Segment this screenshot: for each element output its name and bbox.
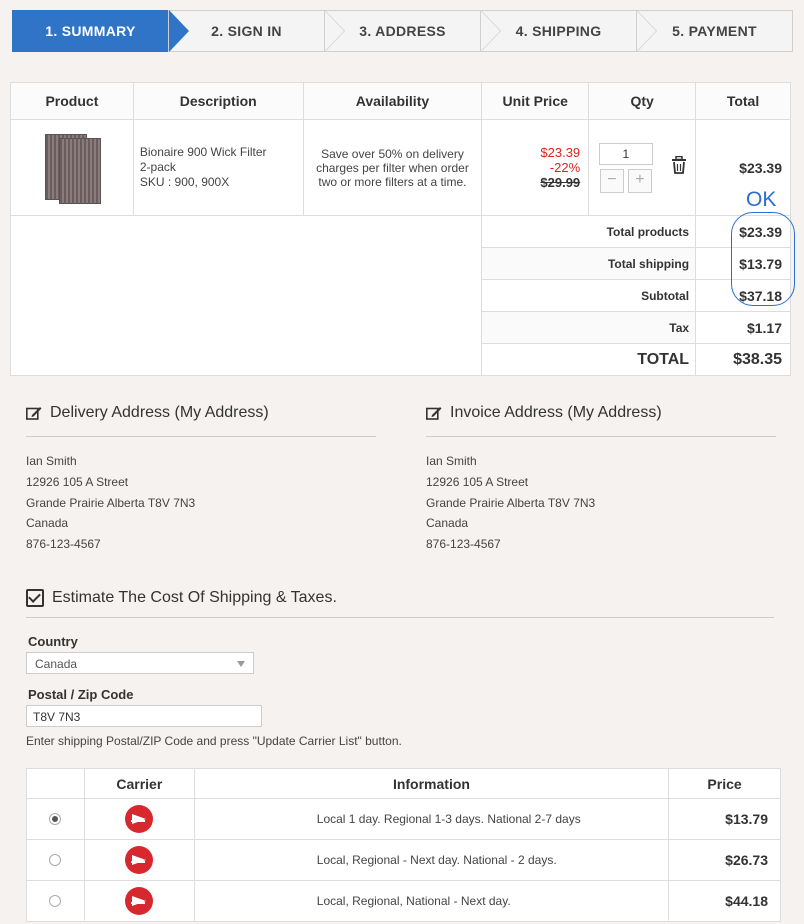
product-description: Bionaire 900 Wick Filter 2-pack SKU : 90…: [132, 119, 304, 216]
product-availability: Save over 50% on delivery charges per fi…: [302, 119, 483, 216]
carrier-radio[interactable]: [49, 813, 62, 825]
product-image[interactable]: [41, 132, 103, 204]
address-line: Canada: [26, 516, 69, 531]
unit-price-cell: $23.39 -22% $29.99: [481, 119, 590, 216]
invoice-address: Invoice Address (My Address) Ian Smith 1…: [426, 404, 776, 555]
col-unit-price: Unit Price: [481, 82, 590, 120]
country-value: Canada: [35, 657, 78, 671]
carrier-info: Local, Regional - Next day. National - 2…: [193, 839, 670, 881]
address-line: 12926 105 A Street: [26, 474, 129, 489]
step-label: 5. PAYMENT: [672, 23, 757, 39]
product-name[interactable]: Bionaire 900 Wick Filter: [140, 145, 302, 160]
cart-header-row: Product Description Availability Unit Pr…: [10, 82, 791, 120]
invoice-title-text: Invoice Address (My Address): [450, 404, 662, 421]
carrier-header-row: Carrier Information Price: [26, 768, 781, 799]
country-select[interactable]: Canada: [26, 652, 254, 674]
address-line: 12926 105 A Street: [426, 474, 529, 489]
grand-total-value: $38.35: [695, 343, 791, 376]
summary-row: Total products $23.39: [9, 215, 791, 376]
checkout-steps: 1. SUMMARY 2. SIGN IN 3. ADDRESS 4. SHIP…: [12, 10, 793, 52]
col-total: Total: [695, 82, 791, 120]
annotation-circle: [731, 212, 795, 306]
carrier-radio[interactable]: [49, 895, 62, 907]
quantity-increase-button[interactable]: +: [627, 168, 652, 193]
address-line: 876-123-4567: [426, 537, 501, 552]
carrier-price: $13.79: [668, 798, 781, 840]
delivery-title-text: Delivery Address (My Address): [50, 404, 269, 421]
zip-input[interactable]: T8V 7N3: [26, 705, 262, 727]
col-description: Description: [132, 82, 304, 120]
sale-price: $23.39: [540, 145, 581, 160]
carrier-row[interactable]: Local, Regional, National - Next day. $4…: [26, 880, 781, 922]
summary-value: $1.17: [695, 311, 791, 344]
step-label: 4. SHIPPING: [515, 23, 602, 39]
col-product: Product: [10, 82, 134, 120]
estimate-title-text: Estimate The Cost Of Shipping & Taxes.: [52, 589, 337, 606]
delivery-address-title: Delivery Address (My Address): [26, 404, 376, 437]
address-line: Canada: [426, 516, 469, 531]
discount-badge: -22%: [549, 160, 581, 175]
country-label: Country: [28, 634, 78, 649]
col-price: Price: [668, 768, 781, 799]
step-label: 2. SIGN IN: [211, 23, 282, 39]
quantity-decrease-button[interactable]: −: [599, 168, 624, 193]
zip-hint: Enter shipping Postal/ZIP Code and press…: [26, 734, 402, 748]
old-price: $29.99: [540, 175, 581, 190]
checkbox-icon: [26, 589, 44, 607]
step-summary[interactable]: 1. SUMMARY: [12, 10, 189, 52]
step-shipping[interactable]: 4. SHIPPING: [480, 10, 657, 52]
step-payment[interactable]: 5. PAYMENT: [636, 10, 793, 52]
invoice-address-title: Invoice Address (My Address): [426, 404, 776, 437]
col-carrier: Carrier: [83, 768, 195, 799]
address-line: Ian Smith: [26, 454, 77, 468]
carrier-info: Local 1 day. Regional 1-3 days. National…: [193, 798, 670, 840]
table-row: Bionaire 900 Wick Filter 2-pack SKU : 90…: [10, 119, 791, 216]
col-qty: Qty: [588, 82, 697, 120]
carrier-table: Carrier Information Price Local 1 day. R…: [26, 768, 781, 922]
grand-total-label: TOTAL: [481, 343, 697, 376]
step-label: 3. ADDRESS: [359, 23, 446, 39]
delivery-address: Delivery Address (My Address) Ian Smith …: [26, 404, 376, 555]
col-availability: Availability: [302, 82, 483, 120]
address-line: Grande Prairie Alberta T8V 7N3: [426, 495, 596, 510]
carrier-row[interactable]: Local 1 day. Regional 1-3 days. National…: [26, 798, 781, 840]
quantity-input[interactable]: 1: [598, 142, 653, 165]
trash-icon[interactable]: [671, 155, 687, 174]
carrier-price: $44.18: [668, 880, 781, 922]
col-information: Information: [193, 768, 670, 799]
estimate-title: Estimate The Cost Of Shipping & Taxes.: [26, 589, 774, 618]
carrier-radio[interactable]: [49, 854, 62, 866]
carrier-price: $26.73: [668, 839, 781, 881]
summary-label: Subtotal: [481, 279, 697, 312]
carrier-row[interactable]: Local, Regional - Next day. National - 2…: [26, 839, 781, 881]
summary-label: Total products: [481, 215, 697, 248]
canada-post-logo-icon: [125, 846, 154, 874]
product-variant: 2-pack: [139, 160, 176, 174]
edit-icon[interactable]: [26, 406, 42, 420]
canada-post-logo-icon: [125, 805, 154, 833]
product-sku: SKU : 900, 900X: [139, 175, 230, 189]
qty-cell: 1 − +: [588, 119, 663, 216]
summary-label: Tax: [481, 311, 697, 344]
step-label: 1. SUMMARY: [45, 23, 136, 39]
canada-post-logo-icon: [125, 887, 154, 915]
edit-icon[interactable]: [426, 406, 442, 420]
step-sign-in[interactable]: 2. SIGN IN: [168, 10, 345, 52]
delete-cell: [662, 119, 697, 216]
annotation-ok: OK: [746, 188, 777, 211]
summary-label: Total shipping: [481, 247, 697, 280]
address-line: Grande Prairie Alberta T8V 7N3: [26, 495, 196, 510]
col-select: [26, 768, 85, 799]
address-line: 876-123-4567: [26, 537, 101, 552]
step-address[interactable]: 3. ADDRESS: [324, 10, 501, 52]
address-line: Ian Smith: [426, 454, 477, 468]
zip-label: Postal / Zip Code: [28, 687, 134, 702]
product-image-cell: [10, 119, 134, 216]
chevron-down-icon: [237, 661, 245, 667]
cart-table: Product Description Availability Unit Pr…: [9, 82, 791, 376]
carrier-info: Local, Regional, National - Next day.: [193, 880, 670, 922]
